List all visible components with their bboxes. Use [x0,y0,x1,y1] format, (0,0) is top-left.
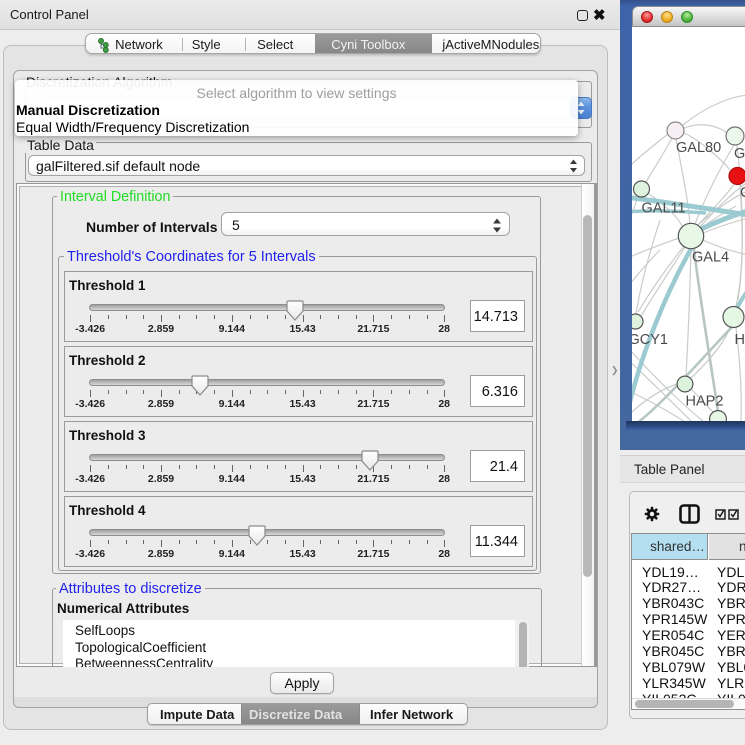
svg-text:GA: GA [734,146,745,162]
svg-text:HAP2: HAP2 [686,394,724,410]
svg-text:GAL80: GAL80 [676,140,721,156]
svg-text:CY: CY [740,185,745,201]
svg-text:GAL4: GAL4 [692,250,729,266]
svg-text:HI: HI [735,332,745,348]
svg-text:GAL11: GAL11 [642,201,686,217]
svg-text:GCY1: GCY1 [632,332,668,348]
